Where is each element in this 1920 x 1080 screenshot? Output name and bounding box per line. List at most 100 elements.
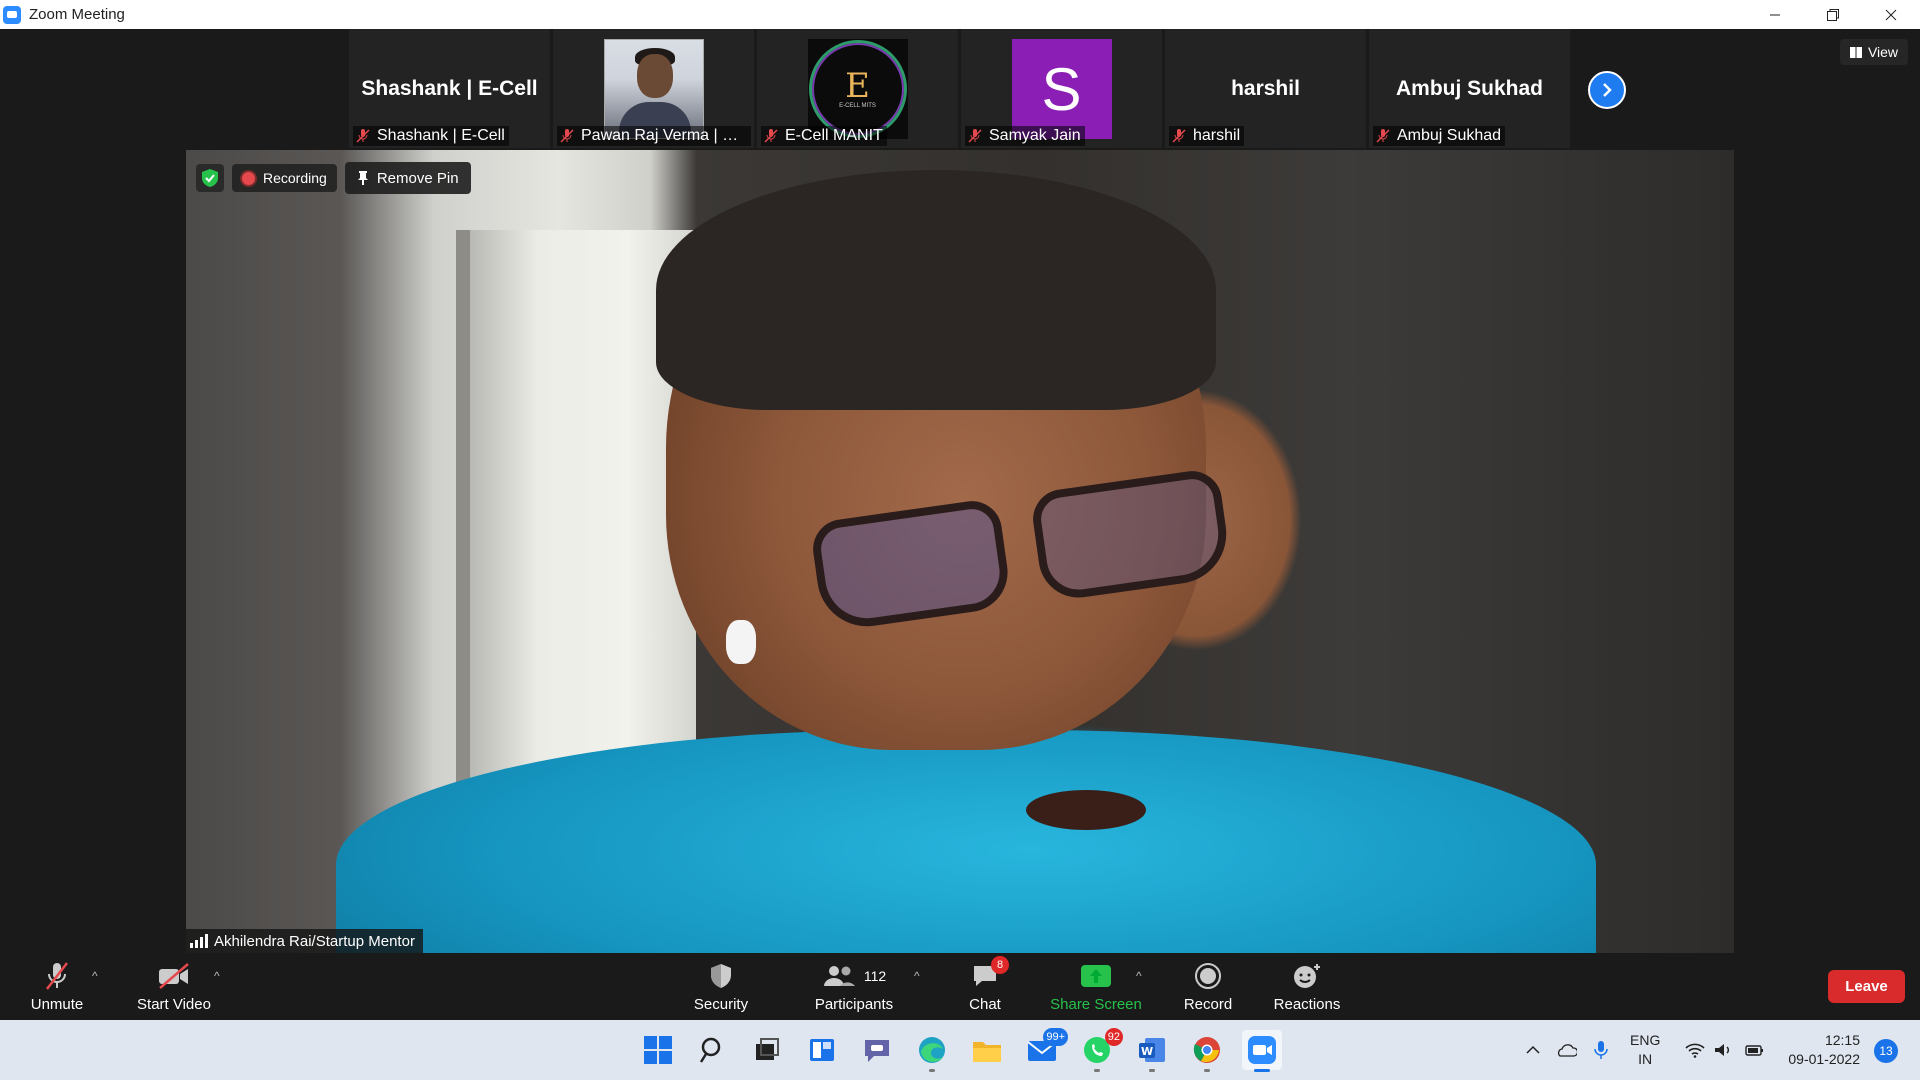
onedrive-icon[interactable] bbox=[1555, 1020, 1577, 1080]
reactions-icon bbox=[1294, 964, 1320, 988]
volume-icon[interactable] bbox=[1713, 1020, 1733, 1080]
whatsapp-badge: 92 bbox=[1104, 1028, 1123, 1046]
widgets-icon[interactable] bbox=[802, 1030, 842, 1070]
muted-mic-icon bbox=[1172, 129, 1186, 143]
language-indicator[interactable]: ENG IN bbox=[1630, 1031, 1660, 1069]
encryption-shield-icon[interactable] bbox=[196, 164, 224, 192]
speaker-name: Akhilendra Rai/Startup Mentor bbox=[214, 932, 415, 950]
participants-icon bbox=[823, 966, 855, 986]
edge-browser-icon[interactable] bbox=[912, 1030, 952, 1072]
title-bar: Zoom Meeting bbox=[0, 0, 1920, 29]
next-page-button[interactable] bbox=[1588, 71, 1626, 109]
muted-mic-icon bbox=[560, 129, 574, 143]
whatsapp-icon[interactable]: 92 bbox=[1077, 1028, 1123, 1072]
muted-mic-icon bbox=[764, 129, 778, 143]
meeting-toolbar: Unmute ^ Start Video ^ Security 112 Part… bbox=[0, 953, 1920, 1020]
participant-tile[interactable]: E E-CELL MITS E-Cell MANIT bbox=[757, 29, 958, 148]
windows-taskbar: 99+ 92 W ENG IN 12:15 09-01-2022 13 bbox=[0, 1020, 1920, 1080]
share-screen-icon bbox=[1081, 965, 1111, 987]
video-overlay-bar: Recording Remove Pin bbox=[196, 162, 471, 194]
chrome-icon[interactable] bbox=[1187, 1030, 1227, 1072]
participant-label: harshil bbox=[1169, 126, 1245, 146]
tray-overflow-icon[interactable] bbox=[1525, 1020, 1541, 1080]
participant-label: Pawan Raj Verma | E-C... bbox=[557, 126, 751, 146]
system-clock[interactable]: 12:15 09-01-2022 bbox=[1780, 1031, 1860, 1069]
participant-name: Shashank | E-Cell bbox=[377, 127, 505, 144]
zoom-taskbar-icon[interactable] bbox=[1242, 1030, 1282, 1072]
participant-tile[interactable]: harshil harshil bbox=[1165, 29, 1366, 148]
participant-tile[interactable]: Pawan Raj Verma | E-C... bbox=[553, 29, 754, 148]
audio-options-caret-icon[interactable]: ^ bbox=[92, 969, 98, 983]
mail-badge: 99+ bbox=[1043, 1028, 1068, 1046]
recording-dot-icon bbox=[242, 171, 255, 185]
battery-icon[interactable] bbox=[1745, 1020, 1765, 1080]
clock-time: 12:15 bbox=[1824, 1032, 1860, 1048]
remove-pin-button[interactable]: Remove Pin bbox=[344, 162, 471, 194]
microphone-icon[interactable] bbox=[1594, 1020, 1608, 1080]
word-icon[interactable]: W bbox=[1132, 1030, 1172, 1072]
ecell-logo: E E-CELL MITS bbox=[807, 39, 908, 139]
participant-tile[interactable]: Ambuj Sukhad Ambuj Sukhad bbox=[1369, 29, 1570, 148]
unmute-button[interactable]: Unmute bbox=[24, 953, 90, 1020]
participants-options-caret-icon[interactable]: ^ bbox=[914, 969, 920, 983]
reactions-label: Reactions bbox=[1273, 996, 1341, 1013]
share-options-caret-icon[interactable]: ^ bbox=[1136, 969, 1142, 983]
mail-icon[interactable]: 99+ bbox=[1022, 1028, 1068, 1070]
participants-count: 112 bbox=[863, 968, 887, 984]
close-icon[interactable] bbox=[1862, 0, 1920, 29]
muted-mic-icon bbox=[46, 962, 68, 990]
participant-tile[interactable]: Shashank | E-Cell Shashank | E-Cell bbox=[349, 29, 550, 148]
participant-label: Samyak Jain bbox=[965, 126, 1085, 146]
task-view-icon[interactable] bbox=[747, 1030, 787, 1070]
participants-label: Participants bbox=[814, 996, 894, 1013]
participant-label: Shashank | E-Cell bbox=[353, 126, 509, 146]
participant-name: Pawan Raj Verma | E-C... bbox=[581, 127, 747, 144]
language-bottom: IN bbox=[1638, 1051, 1653, 1067]
participants-button[interactable]: 112 Participants bbox=[810, 953, 898, 1020]
minimize-icon[interactable] bbox=[1746, 0, 1804, 29]
wifi-icon[interactable] bbox=[1685, 1020, 1705, 1080]
unmute-label: Unmute bbox=[30, 996, 84, 1013]
window-title: Zoom Meeting bbox=[29, 6, 125, 23]
start-video-button[interactable]: Start Video bbox=[132, 953, 216, 1020]
main-video[interactable]: Recording Remove Pin Akhilendra Rai/Star… bbox=[186, 150, 1734, 953]
shield-icon bbox=[711, 964, 731, 988]
file-explorer-icon[interactable] bbox=[967, 1030, 1007, 1070]
participant-strip: Shashank | E-Cell Shashank | E-Cell Pawa… bbox=[349, 29, 1570, 148]
view-button-label: View bbox=[1867, 44, 1899, 60]
security-label: Security bbox=[693, 996, 749, 1013]
remove-pin-label: Remove Pin bbox=[376, 169, 459, 187]
record-icon bbox=[1195, 963, 1221, 989]
teams-chat-icon[interactable] bbox=[857, 1030, 897, 1070]
security-button[interactable]: Security bbox=[690, 953, 752, 1020]
record-button[interactable]: Record bbox=[1182, 953, 1234, 1020]
participant-tile[interactable]: S Samyak Jain bbox=[961, 29, 1162, 148]
notification-badge[interactable]: 13 bbox=[1874, 1039, 1898, 1063]
recording-indicator[interactable]: Recording bbox=[232, 164, 337, 192]
restore-icon[interactable] bbox=[1804, 0, 1862, 29]
leave-button[interactable]: Leave bbox=[1828, 970, 1905, 1003]
participant-photo bbox=[603, 39, 704, 139]
pin-icon bbox=[357, 171, 368, 185]
muted-mic-icon bbox=[356, 129, 370, 143]
search-icon[interactable] bbox=[693, 1030, 733, 1070]
participant-name: E-Cell MANIT bbox=[785, 127, 883, 144]
share-screen-button[interactable]: Share Screen bbox=[1050, 953, 1142, 1020]
participant-avatar-letter: S bbox=[1011, 39, 1112, 139]
signal-bars-icon bbox=[190, 934, 208, 948]
muted-mic-icon bbox=[1376, 129, 1390, 143]
chat-button[interactable]: 8 Chat bbox=[962, 953, 1009, 1020]
start-video-label: Start Video bbox=[137, 996, 211, 1013]
reactions-button[interactable]: Reactions bbox=[1272, 953, 1342, 1020]
video-options-caret-icon[interactable]: ^ bbox=[214, 969, 220, 983]
participant-name: Ambuj Sukhad bbox=[1397, 127, 1502, 144]
meeting-area: Shashank | E-Cell Shashank | E-Cell Pawa… bbox=[0, 29, 1920, 1020]
windows-start-icon[interactable] bbox=[638, 1030, 678, 1070]
participant-label: E-Cell MANIT bbox=[761, 126, 887, 146]
svg-text:W: W bbox=[1141, 1045, 1153, 1058]
recording-label: Recording bbox=[263, 170, 327, 186]
video-off-icon bbox=[159, 963, 189, 989]
participant-name: Samyak Jain bbox=[989, 127, 1081, 144]
window-controls bbox=[1746, 0, 1920, 29]
view-button[interactable]: View bbox=[1840, 39, 1908, 65]
